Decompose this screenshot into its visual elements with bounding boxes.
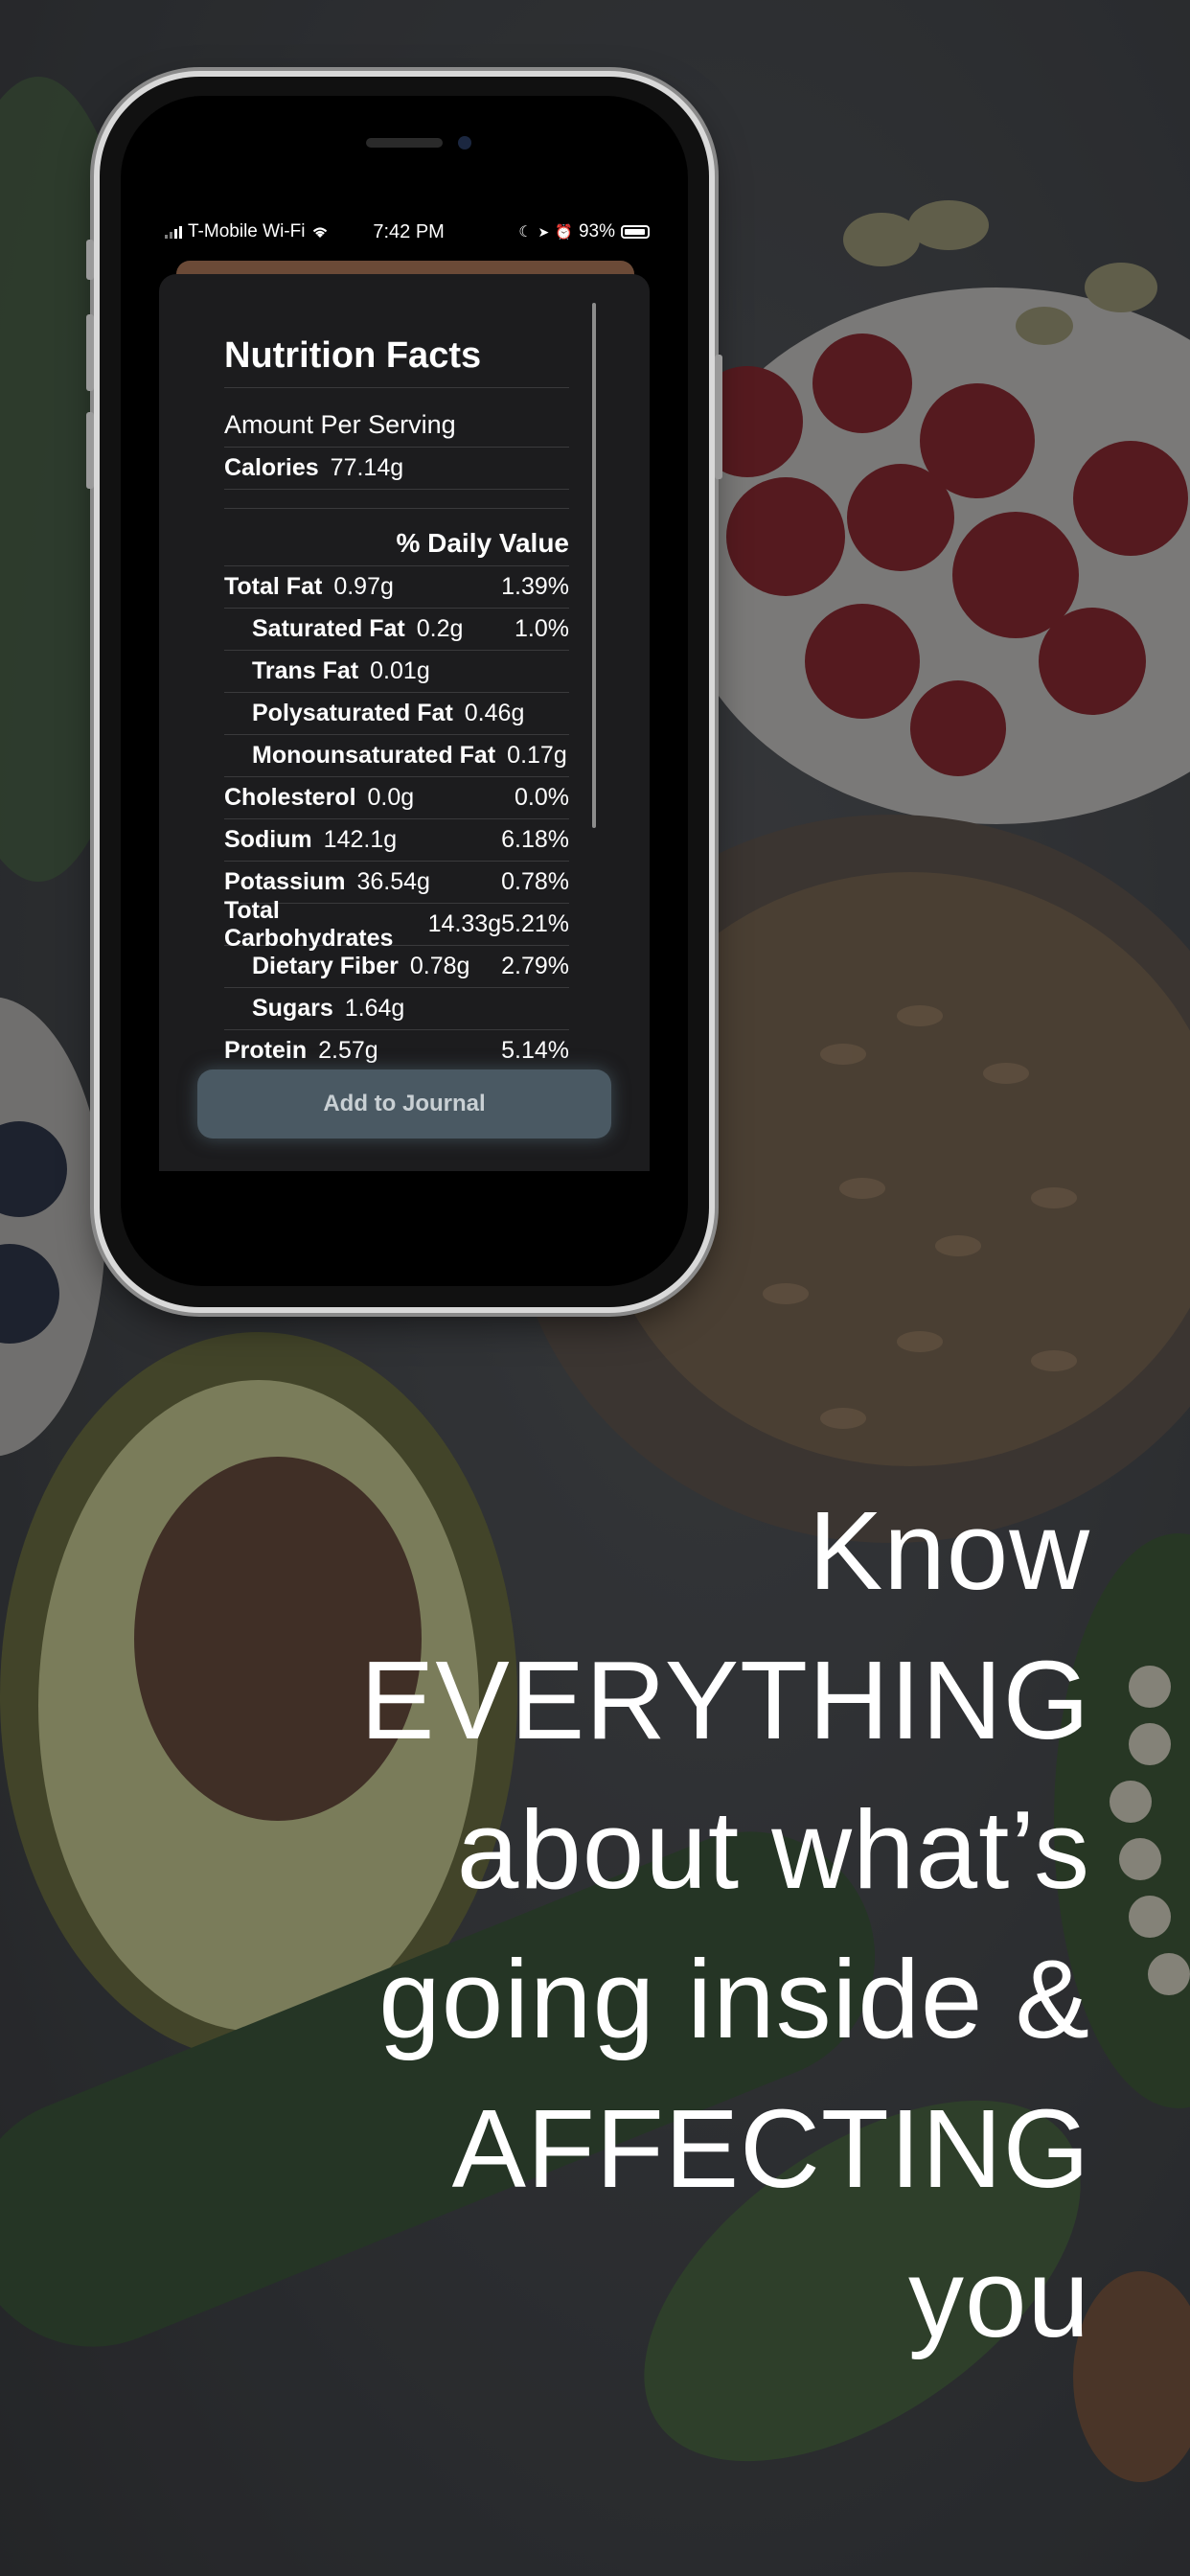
nutrient-amount: 0.01g: [370, 657, 430, 684]
nutrient-amount: 1.64g: [344, 995, 405, 1022]
nutrient-name: Dietary Fiber: [252, 953, 399, 979]
calories-row: Calories 77.14g: [224, 448, 569, 490]
phone-mockup: T-Mobile Wi-Fi 7:42 PM ☾ ➤ ⏰ 93% Nutriti…: [86, 77, 722, 1307]
nutrient-amount: 0.0g: [367, 784, 415, 811]
nutrient-name: Potassium: [224, 868, 346, 895]
nutrition-facts: Nutrition Facts Amount Per Serving Calor…: [224, 324, 569, 1072]
nutrient-name: Total Fat: [224, 573, 323, 600]
nutrient-name: Sugars: [252, 995, 333, 1022]
nutrient-amount: 0.46g: [464, 700, 525, 726]
nutrient-row-polysaturated-fat: Polysaturated Fat 0.46g: [224, 693, 569, 735]
nutrient-row-total-carbohydrates: Total Carbohydrates 14.33g 5.21%: [224, 897, 569, 952]
nutrient-row-trans-fat: Trans Fat 0.01g: [224, 651, 569, 693]
tagline-line: AFFECTING: [451, 2086, 1090, 2211]
nutrient-amount: 14.33g: [427, 910, 502, 937]
moon-icon: ☾: [518, 224, 533, 241]
nutrient-row-sodium: Sodium 142.1g 6.18%: [224, 819, 569, 862]
nutrient-row-sugars: Sugars 1.64g: [224, 988, 569, 1030]
marketing-tagline: Know EVERYTHING about what’s going insid…: [360, 1476, 1090, 2373]
battery-percent: 93%: [578, 221, 615, 242]
alarm-icon: ⏰: [555, 224, 573, 241]
nutrient-percent: 2.79%: [501, 953, 569, 979]
nutrient-name: Cholesterol: [224, 784, 356, 811]
nutrient-amount: 2.57g: [318, 1037, 378, 1064]
power-button: [715, 355, 722, 479]
volume-up-button: [86, 314, 94, 391]
nutrient-percent: 1.39%: [501, 573, 569, 600]
carrier-label: T-Mobile Wi-Fi: [188, 221, 306, 242]
nutrient-name: Monounsaturated Fat: [252, 742, 496, 769]
nutrition-title: Nutrition Facts: [224, 324, 569, 388]
divider: [224, 490, 569, 509]
front-camera: [458, 136, 471, 150]
nutrient-percent: 1.0%: [515, 615, 569, 642]
tagline-line: EVERYTHING: [359, 1638, 1090, 1762]
scrollbar[interactable]: [592, 303, 596, 828]
nutrient-percent: 0.0%: [515, 784, 569, 811]
nutrient-amount: 142.1g: [323, 826, 398, 853]
nutrient-percent: 5.14%: [501, 1037, 569, 1064]
nutrient-row-monounsaturated-fat: Monounsaturated Fat 0.17g: [224, 735, 569, 777]
phone-screen: T-Mobile Wi-Fi 7:42 PM ☾ ➤ ⏰ 93% Nutriti…: [121, 96, 688, 1286]
nutrient-amount: 0.78g: [409, 953, 470, 979]
location-icon: ➤: [538, 223, 550, 240]
nutrient-name: Sodium: [224, 826, 312, 853]
battery-icon: [621, 225, 650, 239]
wifi-icon: [313, 227, 328, 238]
nutrient-amount: 0.97g: [333, 573, 394, 600]
amount-per-serving-label: Amount Per Serving: [224, 410, 456, 439]
nutrient-name: Trans Fat: [252, 657, 359, 684]
mute-switch: [86, 240, 94, 280]
nutrient-name: Polysaturated Fat: [252, 700, 453, 726]
nutrient-percent: 6.18%: [501, 826, 569, 853]
daily-value-header: % Daily Value: [224, 509, 569, 566]
tagline-line: Know: [808, 1488, 1090, 1613]
nutrient-row-protein: Protein 2.57g 5.14%: [224, 1030, 569, 1072]
status-bar: T-Mobile Wi-Fi 7:42 PM ☾ ➤ ⏰ 93%: [165, 218, 650, 245]
nutrient-row-dietary-fiber: Dietary Fiber 0.78g 2.79%: [224, 946, 569, 988]
nutrient-row-cholesterol: Cholesterol 0.0g 0.0%: [224, 777, 569, 819]
amount-per-serving: Amount Per Serving: [224, 388, 569, 448]
signal-icon: [165, 225, 182, 239]
calories-label: Calories: [224, 454, 319, 481]
nutrient-row-total-fat: Total Fat 0.97g 1.39%: [224, 566, 569, 609]
nutrient-name: Protein: [224, 1037, 308, 1064]
speaker-grille: [366, 138, 443, 148]
nutrient-amount: 36.54g: [356, 868, 430, 895]
nutrient-name: Saturated Fat: [252, 615, 405, 642]
add-to-journal-button[interactable]: Add to Journal: [197, 1070, 611, 1138]
nutrient-percent: 5.21%: [501, 910, 569, 937]
tagline-line: going inside &: [378, 1937, 1090, 2061]
tagline-line: you: [907, 2236, 1090, 2360]
nutrient-amount: 0.2g: [416, 615, 464, 642]
nutrient-percent: 0.78%: [501, 868, 569, 895]
volume-down-button: [86, 412, 94, 489]
calories-value: 77.14g: [330, 454, 404, 481]
nutrient-row-saturated-fat: Saturated Fat 0.2g 1.0%: [224, 609, 569, 651]
nutrition-card[interactable]: Nutrition Facts Amount Per Serving Calor…: [159, 274, 650, 1171]
nutrient-name: Total Carbohydrates: [224, 896, 394, 952]
tagline-line: about what’s: [456, 1787, 1090, 1912]
status-time: 7:42 PM: [373, 220, 445, 242]
nutrient-amount: 0.17g: [507, 742, 567, 769]
